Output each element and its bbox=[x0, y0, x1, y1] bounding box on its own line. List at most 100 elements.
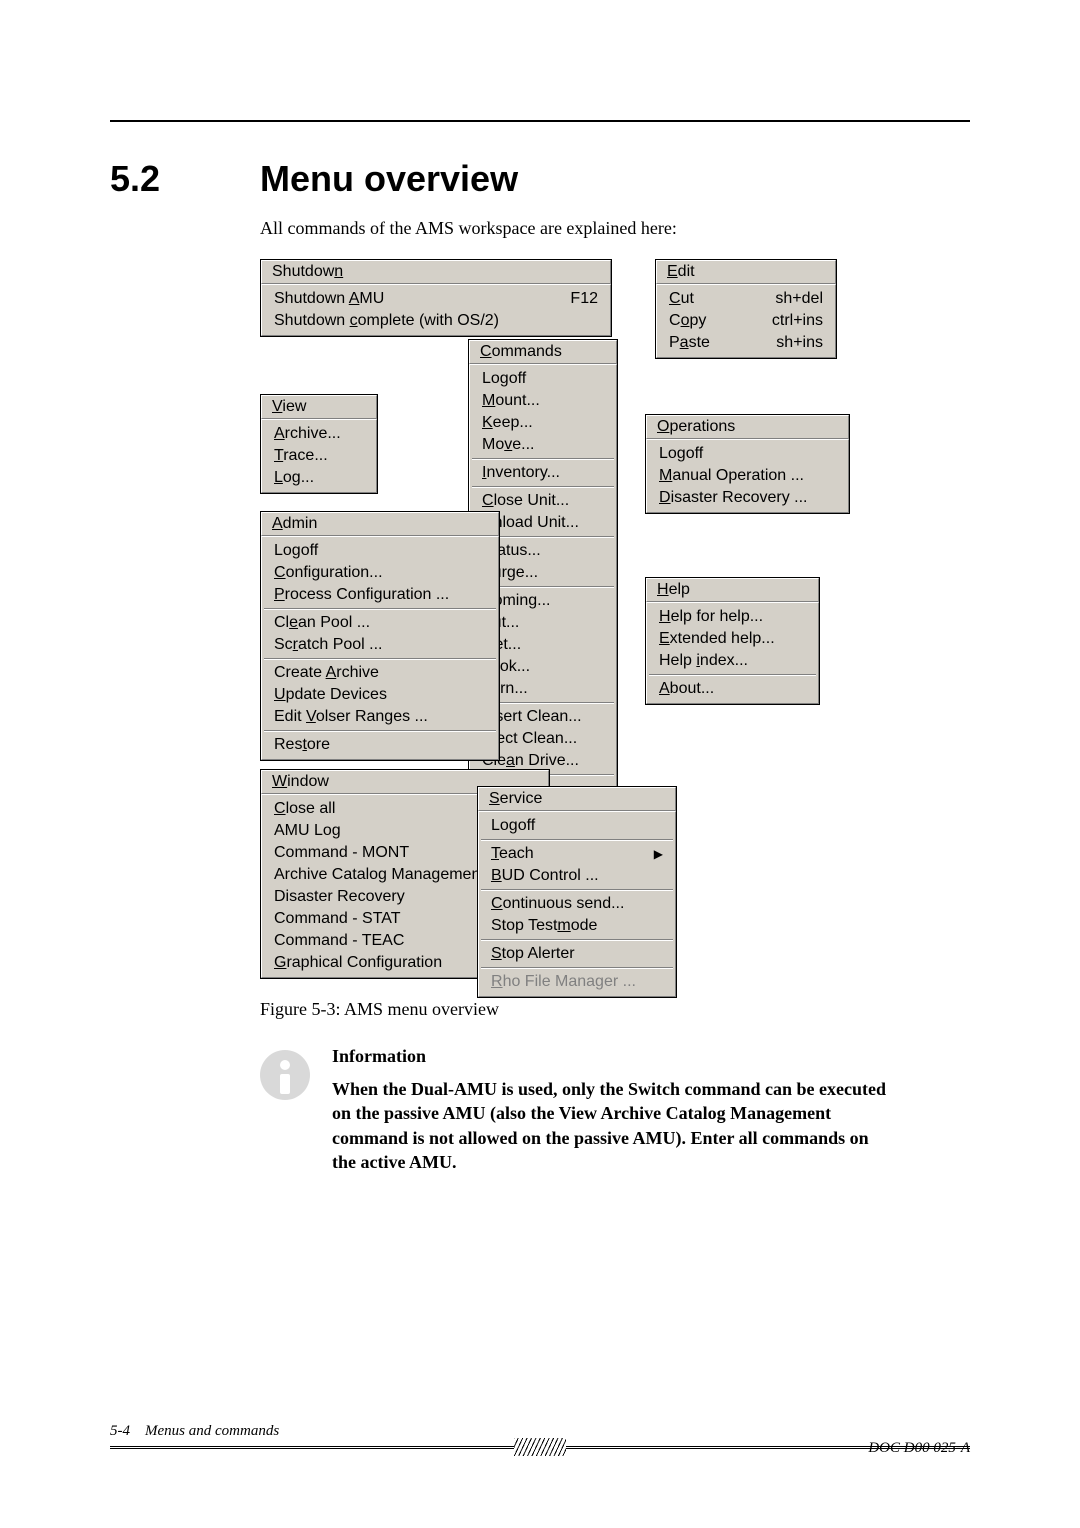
menu-item[interactable]: Restore bbox=[262, 734, 498, 756]
label-pre: C bbox=[669, 312, 681, 329]
menu-item[interactable]: Process Configuration ... bbox=[262, 584, 498, 606]
menu-overview-figure: Shutdown Shutdown AMU F12 Shutdown compl… bbox=[260, 259, 970, 979]
menu-service-title[interactable]: Service bbox=[478, 787, 676, 811]
menu-item-shutdown-complete[interactable]: Shutdown complete (with OS/2) bbox=[262, 310, 610, 332]
menu-item-paste[interactable]: Pastesh+ins bbox=[657, 332, 835, 354]
label-post: ste bbox=[689, 334, 710, 351]
intro-text: All commands of the AMS workspace are ex… bbox=[260, 218, 970, 239]
menu-item[interactable]: Extended help... bbox=[647, 628, 818, 650]
menu-item-cut[interactable]: Cutsh+del bbox=[657, 288, 835, 310]
menu-view-title[interactable]: View bbox=[261, 395, 377, 419]
label-pre: Sc bbox=[274, 636, 293, 653]
menu-item[interactable]: Mount... bbox=[470, 390, 616, 412]
label-post: ontinuous send... bbox=[503, 895, 625, 912]
menu-separator bbox=[472, 486, 614, 488]
mnemonic: a bbox=[680, 334, 689, 351]
mnemonic: L bbox=[274, 469, 283, 486]
menu-separator bbox=[472, 458, 614, 460]
menu-item[interactable]: Update Devices bbox=[262, 684, 498, 706]
menu-item-trace[interactable]: Trace... bbox=[262, 445, 376, 467]
menu-item[interactable]: Teach▶ bbox=[479, 843, 675, 865]
menu-separator bbox=[481, 839, 673, 841]
label-post: eep... bbox=[493, 414, 533, 431]
menu-item-archive[interactable]: Archive... bbox=[262, 423, 376, 445]
mnemonic: M bbox=[482, 392, 495, 409]
menu-item[interactable]: Help index... bbox=[647, 650, 818, 672]
mnemonic: C bbox=[274, 564, 286, 581]
menu-item-shutdown-amu[interactable]: Shutdown AMU F12 bbox=[262, 288, 610, 310]
label-pre: Command - MONT bbox=[274, 844, 409, 861]
menu-operations-title[interactable]: Operations bbox=[646, 415, 849, 439]
label-post: bout... bbox=[670, 680, 714, 697]
label-post: olser Ranges ... bbox=[316, 708, 428, 725]
menu-view: View Archive... Trace... Log... bbox=[260, 394, 378, 494]
menu-item[interactable]: Stop Testmode bbox=[479, 915, 675, 937]
info-block: Information When the Dual-AMU is used, o… bbox=[260, 1046, 970, 1174]
label-pre: Create bbox=[274, 664, 326, 681]
mnemonic: S bbox=[489, 790, 500, 807]
menu-item[interactable]: Logoff bbox=[262, 540, 498, 562]
menu-help-title[interactable]: Help bbox=[646, 578, 819, 602]
info-body: When the Dual-AMU is used, only the Swit… bbox=[332, 1077, 892, 1174]
menu-title-label: dit bbox=[678, 263, 695, 280]
label-post: top Alerter bbox=[502, 945, 575, 962]
mnemonic: C bbox=[274, 800, 286, 817]
shortcut: sh+del bbox=[775, 290, 823, 308]
menu-item[interactable]: Scratch Pool ... bbox=[262, 634, 498, 656]
menu-item[interactable]: Edit Volser Ranges ... bbox=[262, 706, 498, 728]
menu-item[interactable]: Keep... bbox=[470, 412, 616, 434]
menu-item-copy[interactable]: Copyctrl+ins bbox=[657, 310, 835, 332]
label-post: n Drive... bbox=[515, 752, 579, 769]
label-pre: Logoff bbox=[274, 542, 318, 559]
menu-commands-title[interactable]: Commands bbox=[469, 340, 617, 364]
menu-separator bbox=[264, 608, 496, 610]
mnemonic: a bbox=[506, 752, 515, 769]
mnemonic: G bbox=[274, 954, 286, 971]
shortcut: ctrl+ins bbox=[772, 312, 823, 330]
label-pre: Res bbox=[274, 736, 302, 753]
menu-item[interactable]: Inventory... bbox=[470, 462, 616, 484]
menu-item[interactable]: About... bbox=[647, 678, 818, 700]
label-post: xtended help... bbox=[670, 630, 775, 647]
menu-item: Rho File Manager ... bbox=[479, 971, 675, 993]
label-post: ode bbox=[571, 917, 598, 934]
menu-item[interactable]: Help for help... bbox=[647, 606, 818, 628]
menu-item[interactable]: Close Unit... bbox=[470, 490, 616, 512]
menu-help: Help Help for help...Extended help...Hel… bbox=[645, 577, 820, 705]
menu-separator bbox=[649, 674, 816, 676]
footer-page: 5-4 bbox=[110, 1423, 130, 1439]
label-post: elp for help... bbox=[671, 608, 764, 625]
menu-item[interactable]: Logoff bbox=[479, 815, 675, 837]
menu-item[interactable]: Logoff bbox=[470, 368, 616, 390]
mnemonic: c bbox=[350, 312, 358, 329]
menu-item[interactable]: Clean Pool ... bbox=[262, 612, 498, 634]
menu-item[interactable]: BUD Control ... bbox=[479, 865, 675, 887]
menu-admin-title[interactable]: Admin bbox=[261, 512, 499, 536]
menu-item-disaster-recovery[interactable]: Disaster Recovery ... bbox=[647, 487, 848, 509]
menu-item[interactable]: Configuration... bbox=[262, 562, 498, 584]
label-pre: Shutdown bbox=[274, 312, 350, 329]
label-post: oming... bbox=[494, 592, 551, 609]
menu-title-label: elp bbox=[669, 581, 690, 598]
shortcut: sh+ins bbox=[776, 334, 823, 352]
mnemonic: R bbox=[491, 973, 503, 990]
heading-number: 5.2 bbox=[110, 158, 260, 200]
mnemonic: C bbox=[669, 290, 681, 307]
menu-item-log[interactable]: Log... bbox=[262, 467, 376, 489]
menu-item[interactable]: Continuous send... bbox=[479, 893, 675, 915]
label-pre: Disaster Recovery bbox=[274, 888, 405, 905]
menu-title-label: perations bbox=[669, 418, 735, 435]
menu-edit-title[interactable]: Edit bbox=[656, 260, 836, 284]
menu-item[interactable]: Move... bbox=[470, 434, 616, 456]
footer-doc-id: DOC D00 025-A bbox=[868, 1440, 970, 1457]
menu-item[interactable]: Stop Alerter bbox=[479, 943, 675, 965]
label-pre: Help bbox=[659, 652, 696, 669]
menu-title-label: iew bbox=[282, 398, 306, 415]
menu-title-label: indow bbox=[287, 773, 329, 790]
label-post: ndex... bbox=[700, 652, 748, 669]
menu-shutdown-title[interactable]: Shutdown bbox=[261, 260, 611, 284]
menu-item[interactable]: Create Archive bbox=[262, 662, 498, 684]
mnemonic: S bbox=[491, 945, 502, 962]
menu-item-manual-operation[interactable]: Manual Operation ... bbox=[647, 465, 848, 487]
menu-item-op-logoff[interactable]: Logoff bbox=[647, 443, 848, 465]
